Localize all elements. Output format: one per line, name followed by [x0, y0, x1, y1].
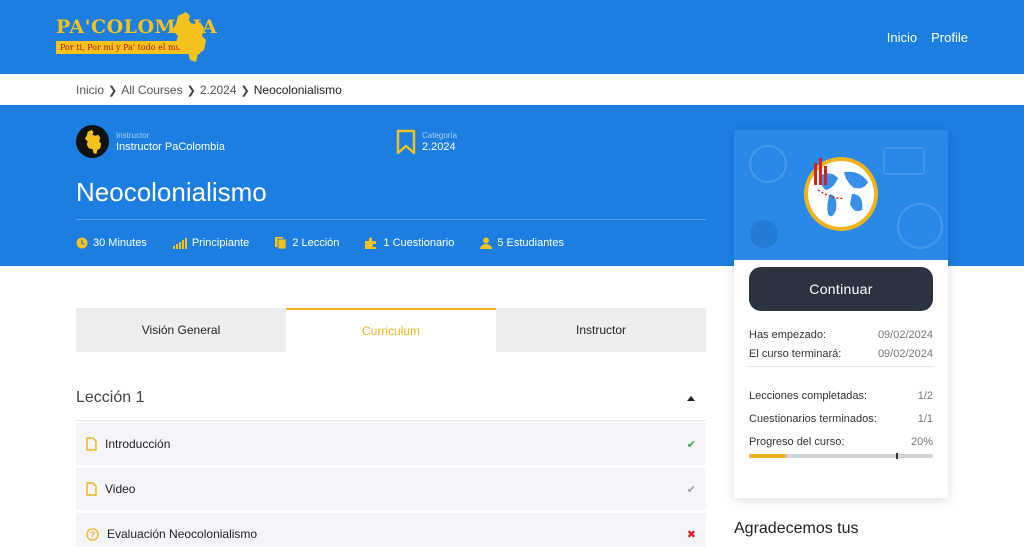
started-value: 09/02/2024 — [877, 329, 933, 341]
tab-vision-general[interactable]: Visión General — [76, 308, 286, 352]
nav-profile[interactable]: Profile — [931, 30, 968, 45]
category-label: Categoría — [422, 131, 458, 140]
colombia-map-icon — [84, 129, 101, 154]
category-info: Categoría 2.2024 — [396, 129, 457, 155]
instructor-avatar[interactable] — [76, 125, 109, 158]
signal-bars-icon — [172, 237, 187, 249]
card-divider — [749, 366, 933, 367]
quizzes-done-row: Cuestionarios terminados: 1/1 — [749, 413, 933, 425]
stat-students-text: 5 Estudiantes — [497, 237, 564, 249]
lessons-done-value: 1/2 — [917, 390, 933, 402]
chevron-right-icon: ❯ — [108, 84, 118, 97]
documents-icon — [275, 237, 287, 249]
progress-row: Progreso del curso: 20% — [749, 436, 933, 448]
course-tabs: Visión General Curriculum Instructor — [76, 308, 706, 352]
progress-value: 20% — [910, 436, 933, 448]
svg-text:?: ? — [90, 529, 95, 539]
instructor-info: Instructor Instructor PaColombia — [76, 125, 225, 158]
lesson-item[interactable]: Introducción ✔ — [76, 423, 706, 465]
clock-icon — [76, 237, 88, 249]
started-row: Has empezado: 09/02/2024 — [749, 329, 933, 341]
ends-row: El curso terminará: 09/02/2024 — [749, 348, 933, 360]
file-icon — [86, 482, 97, 496]
chevron-right-icon: ❯ — [186, 84, 196, 97]
breadcrumb-current: Neocolonialismo — [253, 83, 342, 97]
users-icon — [480, 237, 493, 249]
instructor-name[interactable]: Instructor PaColombia — [116, 141, 225, 153]
stat-lessons: 2 Lección — [275, 237, 339, 249]
quizzes-done-value: 1/1 — [917, 413, 933, 425]
course-thumbnail — [734, 130, 948, 260]
progress-fill — [749, 454, 786, 458]
chevron-right-icon: ❯ — [240, 84, 250, 97]
continue-button[interactable]: Continuar — [749, 267, 933, 311]
check-icon: ✔ — [686, 483, 696, 496]
nav-inicio[interactable]: Inicio — [887, 30, 917, 45]
thanks-heading: Agradecemos tus — [734, 520, 859, 537]
tab-instructor[interactable]: Instructor — [496, 308, 706, 352]
lesson-item[interactable]: ? Evaluación Neocolonialismo ✖ — [76, 513, 706, 547]
breadcrumb-category[interactable]: 2.2024 — [200, 83, 237, 97]
lessons-done-label: Lecciones completadas: — [749, 390, 868, 402]
lesson-section-title: Lección 1 — [76, 389, 145, 406]
main-nav: Inicio Profile — [887, 30, 968, 45]
stat-quizzes-text: 1 Cuestionario — [383, 237, 455, 249]
stat-quizzes: 1 Cuestionario — [365, 237, 454, 249]
file-icon — [86, 437, 97, 451]
colombia-map-icon — [172, 12, 206, 62]
ends-value: 09/02/2024 — [877, 348, 933, 360]
started-label: Has empezado: — [749, 329, 827, 341]
ends-label: El curso terminará: — [749, 348, 842, 360]
breadcrumb-bar: Inicio ❯ All Courses ❯ 2.2024 ❯ Neocolon… — [0, 74, 1024, 105]
category-value[interactable]: 2.2024 — [422, 141, 457, 153]
breadcrumb-all-courses[interactable]: All Courses — [121, 83, 182, 97]
lessons-done-row: Lecciones completadas: 1/2 — [749, 390, 933, 402]
site-logo[interactable]: PA'COLOMBIA Por ti, Por mí y Pa' todo el… — [56, 10, 217, 64]
instructor-label: Instructor — [116, 130, 150, 140]
course-stats: 30 Minutes Principiante 2 Lección 1 Cues… — [76, 237, 590, 249]
course-progress-card: Continuar Has empezado: 09/02/2024 El cu… — [734, 130, 948, 498]
passing-marker — [896, 453, 899, 459]
stat-students: 5 Estudiantes — [480, 237, 564, 249]
lesson-item[interactable]: Video ✔ — [76, 468, 706, 510]
globe-map-image — [734, 130, 948, 260]
stat-duration: 30 Minutes — [76, 237, 147, 249]
stat-duration-text: 30 Minutes — [93, 237, 147, 249]
close-icon: ✖ — [686, 528, 696, 541]
lesson-item-title: Introducción — [105, 437, 171, 451]
caret-up-icon[interactable] — [687, 395, 695, 401]
breadcrumb: Inicio ❯ All Courses ❯ 2.2024 ❯ Neocolon… — [76, 83, 342, 97]
stat-level-text: Principiante — [191, 237, 250, 249]
site-header: PA'COLOMBIA Por ti, Por mí y Pa' todo el… — [0, 0, 1024, 74]
breadcrumb-inicio[interactable]: Inicio — [76, 83, 104, 97]
progress-label: Progreso del curso: — [749, 436, 845, 448]
lesson-section-header[interactable]: Lección 1 — [76, 376, 706, 421]
puzzle-icon — [365, 237, 377, 249]
quizzes-done-label: Cuestionarios terminados: — [749, 413, 877, 425]
course-progress-bar — [749, 453, 933, 459]
lesson-item-title: Evaluación Neocolonialismo — [107, 527, 258, 541]
check-icon: ✔ — [686, 438, 696, 451]
course-title: Neocolonialismo — [76, 177, 267, 207]
stat-lessons-text: 2 Lección — [292, 237, 340, 249]
hero-divider — [76, 219, 706, 220]
lesson-item-title: Video — [105, 482, 136, 496]
bookmark-icon — [396, 129, 416, 155]
stat-level: Principiante — [172, 237, 250, 249]
question-circle-icon: ? — [86, 527, 99, 541]
tab-curriculum[interactable]: Curriculum — [286, 308, 496, 352]
